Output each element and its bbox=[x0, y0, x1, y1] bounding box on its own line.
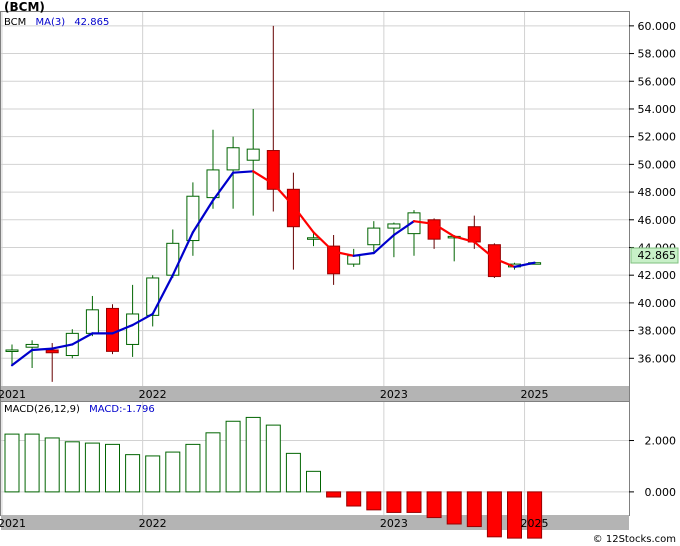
watermark: © 12Stocks.com bbox=[593, 534, 676, 545]
macd-bar bbox=[446, 491, 462, 525]
price-legend-ma-value: 42.865 bbox=[74, 17, 109, 28]
candle-body-up bbox=[367, 227, 381, 246]
macd-year-label: 2022 bbox=[139, 517, 167, 530]
macd-year-label: 2025 bbox=[521, 517, 549, 530]
candle-body-up bbox=[307, 237, 320, 240]
macd-year-label: 2023 bbox=[380, 517, 408, 530]
price-tick-label: 56.000 bbox=[638, 75, 677, 88]
price-year-label: 2025 bbox=[521, 388, 549, 401]
macd-bar bbox=[64, 441, 80, 493]
macd-legend-label: MACD(26,12,9) bbox=[4, 404, 80, 415]
price-panel-frame bbox=[0, 11, 630, 402]
ma-segment bbox=[30, 347, 54, 352]
macd-bar bbox=[285, 452, 301, 493]
macd-bar bbox=[125, 454, 141, 493]
macd-bar bbox=[406, 491, 422, 513]
macd-bar bbox=[165, 451, 181, 493]
price-tick-label: 60.000 bbox=[638, 20, 677, 33]
last-price-tag: 42.865 bbox=[638, 249, 677, 262]
price-tick-label: 54.000 bbox=[638, 103, 677, 116]
price-year-label: 2023 bbox=[380, 388, 408, 401]
macd-tick-label: 2.000 bbox=[645, 435, 677, 448]
macd-bar bbox=[507, 491, 522, 539]
price-tick-label: 58.000 bbox=[638, 48, 677, 61]
candle-body-up bbox=[146, 277, 160, 316]
price-y-axis: 36.00038.00040.00042.00044.00046.00048.0… bbox=[629, 20, 676, 365]
price-tick-label: 40.000 bbox=[638, 297, 677, 310]
candle-body-up bbox=[5, 349, 19, 352]
price-year-label: 2022 bbox=[139, 388, 167, 401]
macd-bar bbox=[386, 491, 402, 513]
macd-bar bbox=[265, 424, 281, 493]
price-legend-symbol: BCM bbox=[4, 17, 26, 28]
candle-body-down bbox=[106, 307, 119, 352]
macd-bar bbox=[346, 491, 362, 507]
candle-body-up bbox=[85, 309, 99, 334]
price-tick-label: 38.000 bbox=[638, 325, 677, 338]
macd-bar bbox=[245, 416, 261, 493]
macd-bar bbox=[225, 420, 241, 493]
macd-bar bbox=[486, 491, 502, 538]
macd-bar bbox=[426, 491, 442, 519]
price-legend: BCM MA(3) 42.865 bbox=[4, 17, 109, 28]
macd-bar bbox=[84, 442, 100, 493]
price-tick-label: 42.000 bbox=[638, 269, 677, 282]
candle-body-down bbox=[45, 349, 59, 354]
price-tick-label: 46.000 bbox=[638, 214, 677, 227]
ma-segment bbox=[232, 170, 255, 174]
macd-bar bbox=[105, 443, 120, 493]
price-year-label: 2021 bbox=[0, 388, 26, 401]
candle-body-up bbox=[347, 255, 361, 265]
candle-body-up bbox=[246, 148, 260, 161]
macd-bar bbox=[326, 491, 342, 498]
macd-bar bbox=[205, 432, 221, 493]
candle-body-up bbox=[226, 147, 240, 171]
candle-body-up bbox=[126, 313, 140, 345]
macd-year-label: 2021 bbox=[0, 517, 26, 530]
macd-bar bbox=[145, 455, 161, 493]
price-legend-ma: MA(3) bbox=[35, 17, 65, 28]
macd-bar bbox=[466, 491, 482, 528]
chart-title: (BCM) bbox=[4, 0, 45, 14]
macd-y-axis: 0.000 2.000 bbox=[629, 435, 676, 499]
price-tick-label: 48.000 bbox=[638, 186, 677, 199]
price-tick-label: 36.000 bbox=[638, 352, 677, 365]
candle bbox=[106, 304, 119, 355]
macd-bar bbox=[527, 491, 543, 539]
macd-bar bbox=[4, 433, 20, 493]
stock-chart: 36.00038.00040.00042.00044.00046.00048.0… bbox=[0, 0, 679, 545]
macd-bar bbox=[185, 443, 201, 493]
macd-bar bbox=[24, 433, 40, 493]
macd-bar bbox=[44, 437, 60, 493]
macd-legend-value: MACD:-1.796 bbox=[89, 404, 155, 415]
candle-body-up bbox=[387, 223, 401, 229]
macd-legend: MACD(26,12,9) MACD:-1.796 bbox=[4, 404, 155, 415]
macd-tick-label: 0.000 bbox=[645, 486, 677, 499]
candle-body-down bbox=[286, 188, 300, 228]
candle-body-up bbox=[25, 343, 39, 348]
macd-bar bbox=[366, 491, 382, 511]
candle-body-up bbox=[166, 242, 180, 276]
price-tick-label: 52.000 bbox=[638, 131, 677, 144]
macd-bar bbox=[306, 470, 321, 493]
price-tick-label: 50.000 bbox=[638, 158, 677, 171]
